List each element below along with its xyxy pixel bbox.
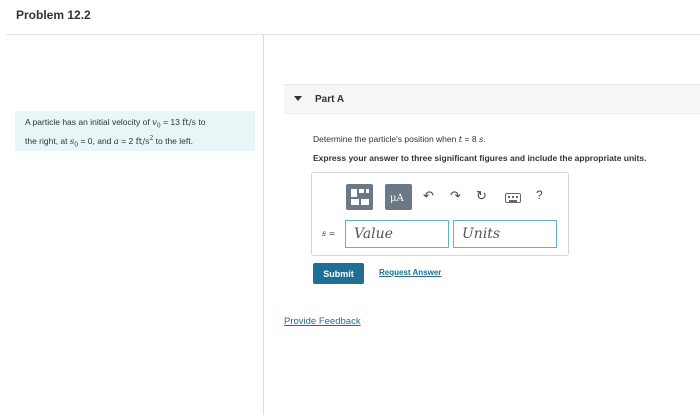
help-icon[interactable]: ? [536,188,543,202]
units-input[interactable] [453,220,557,248]
units-button[interactable]: μA [385,184,412,210]
question-text: Determine the particle's position when t… [313,134,486,145]
redo-icon[interactable]: ↷ [450,187,461,205]
instruction-text: Express your answer to three significant… [313,153,647,163]
template-block-icon [351,189,357,197]
answer-variable-label: s = [322,229,336,238]
templates-button[interactable] [346,184,373,210]
problem-pane [6,34,264,415]
caret-down-icon[interactable] [294,96,302,101]
template-block-icon [361,199,369,205]
template-block-icon [351,199,359,205]
units-glyph: μA [390,193,404,204]
page-title: Problem 12.2 [16,8,91,22]
part-title: Part A [315,94,345,105]
template-block-icon [366,189,369,193]
undo-icon[interactable]: ↶ [423,187,434,205]
keyboard-key-icon [516,196,518,198]
problem-statement: A particle has an initial velocity of v0… [15,111,255,151]
submit-button[interactable]: Submit [313,263,364,284]
part-a-header[interactable]: Part A [284,84,700,114]
answer-panel: μA ↶ ↷ ↻ ? s = [311,172,569,256]
reset-icon[interactable]: ↻ [476,187,487,205]
template-block-icon [359,189,364,193]
provide-feedback-link[interactable]: Provide Feedback [284,316,361,327]
keyboard-icon[interactable] [505,193,521,203]
request-answer-link[interactable]: Request Answer [379,268,441,277]
keyboard-key-icon [508,196,510,198]
value-input[interactable] [345,220,449,248]
keyboard-key-icon [509,200,517,202]
keyboard-key-icon [512,196,514,198]
